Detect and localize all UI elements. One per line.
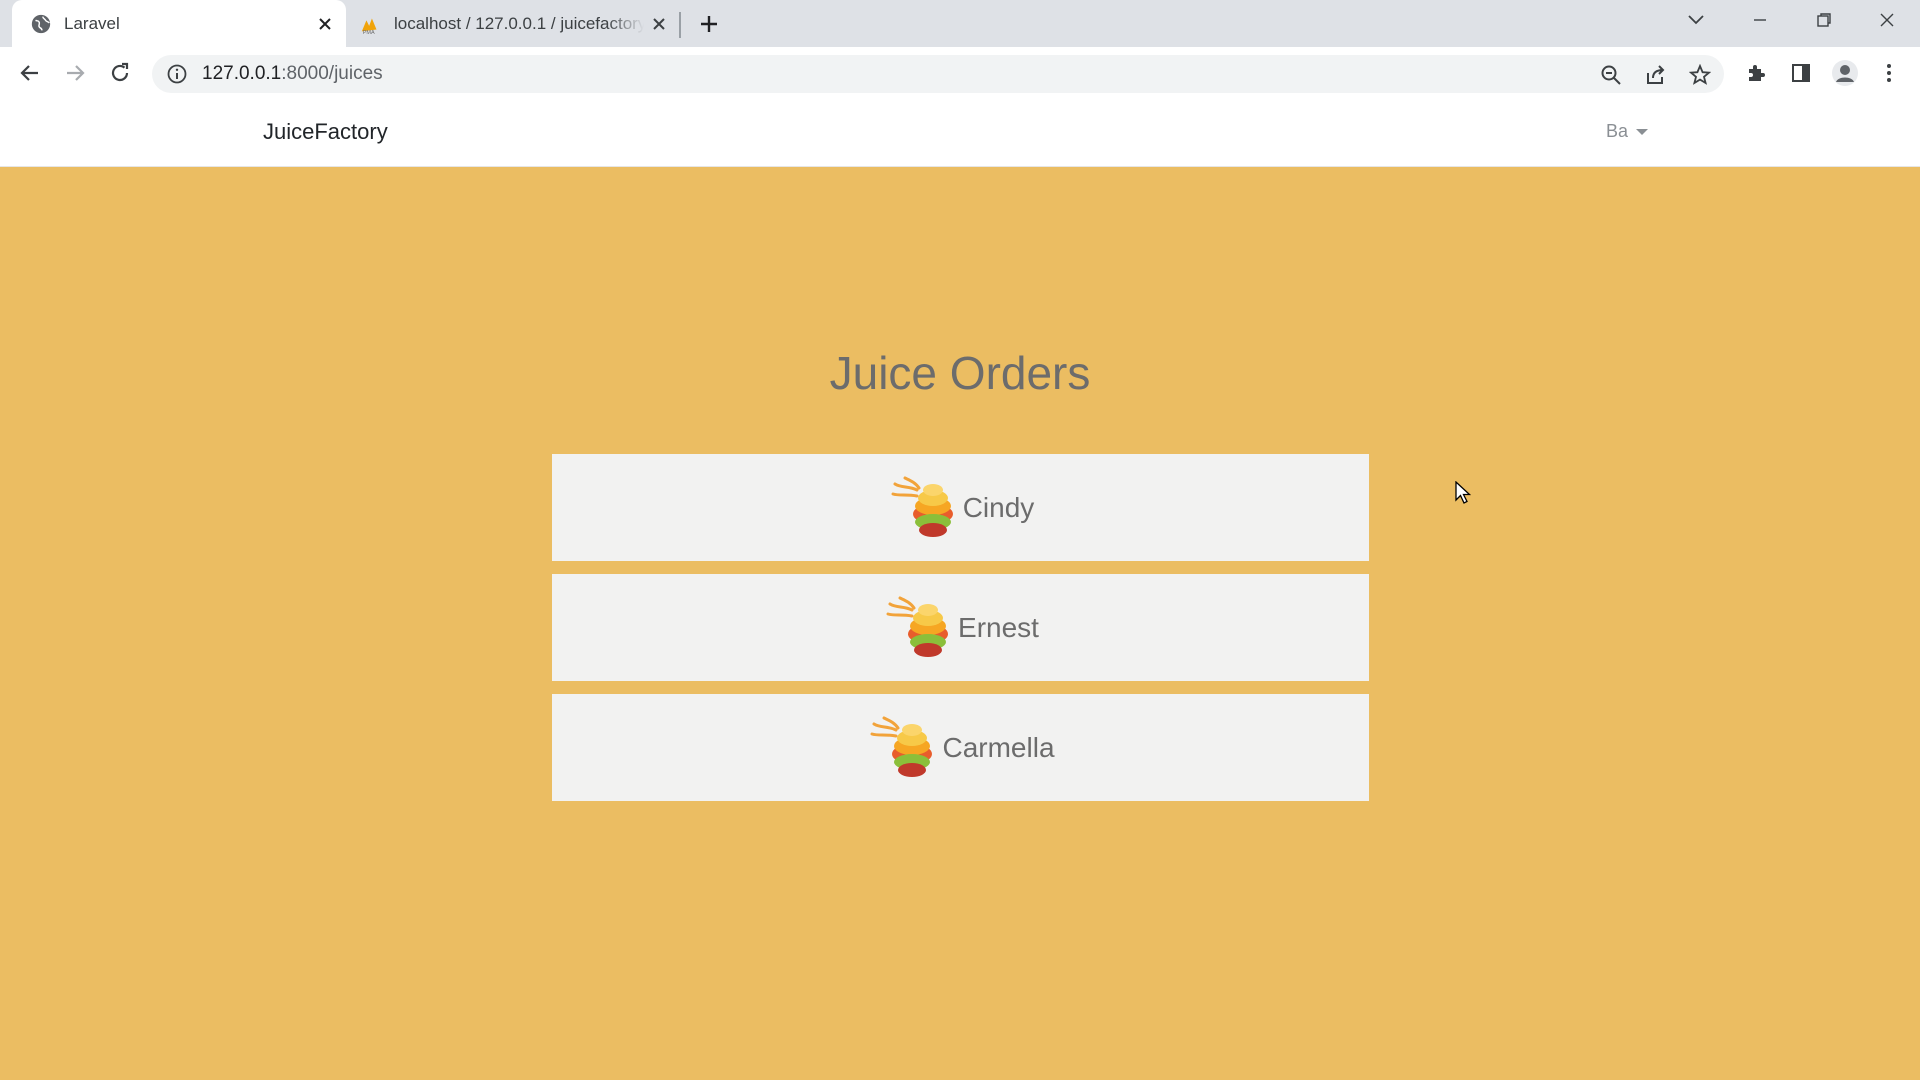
tab-separator bbox=[679, 12, 681, 38]
browser-tabstrip: Laravel PMA localhost / 127.0.0.1 / juic… bbox=[0, 0, 1920, 47]
kebab-menu-icon bbox=[1887, 64, 1891, 82]
customer-name: Carmella bbox=[942, 731, 1055, 763]
menu-button[interactable] bbox=[1870, 54, 1908, 92]
tab-laravel[interactable]: Laravel bbox=[12, 0, 346, 47]
puzzle-icon bbox=[1749, 65, 1765, 81]
caret-down-icon bbox=[1636, 128, 1649, 135]
back-button[interactable] bbox=[12, 55, 48, 91]
avatar-icon bbox=[1832, 60, 1858, 86]
user-dropdown[interactable]: Ba bbox=[1606, 121, 1649, 142]
site-navbar: JuiceFactory Ba bbox=[0, 99, 1920, 167]
user-name: Ba bbox=[1606, 121, 1629, 141]
close-tab-icon[interactable] bbox=[310, 9, 340, 39]
extensions-button[interactable] bbox=[1737, 54, 1775, 92]
zoom-icon[interactable] bbox=[1600, 64, 1622, 86]
order-card[interactable]: Ernest bbox=[552, 574, 1369, 681]
order-card[interactable]: Cindy bbox=[552, 454, 1369, 561]
browser-toolbar: 127.0.0.1:8000/juices bbox=[0, 47, 1920, 99]
minimize-button[interactable] bbox=[1730, 0, 1790, 40]
close-tab-icon[interactable] bbox=[644, 9, 674, 39]
customer-name: Cindy bbox=[962, 491, 1035, 523]
url-path: :8000/juices bbox=[281, 63, 383, 84]
order-card[interactable]: Carmella bbox=[552, 694, 1369, 801]
close-window-button[interactable] bbox=[1857, 0, 1917, 40]
phpmyadmin-icon: PMA bbox=[361, 18, 377, 35]
forward-button[interactable] bbox=[57, 55, 93, 91]
arrow-right-icon bbox=[67, 65, 85, 81]
reload-button[interactable] bbox=[102, 55, 138, 91]
brand-link[interactable]: JuiceFactory bbox=[263, 119, 388, 145]
plus-icon bbox=[701, 16, 717, 32]
chevron-down-icon bbox=[1688, 15, 1704, 25]
profile-button[interactable] bbox=[1826, 54, 1864, 92]
tab-search-button[interactable] bbox=[1666, 0, 1726, 40]
side-panel-button[interactable] bbox=[1782, 54, 1820, 92]
address-bar[interactable]: 127.0.0.1:8000/juices bbox=[152, 55, 1724, 93]
mouse-cursor-icon bbox=[1455, 481, 1471, 504]
customer-name: Ernest bbox=[958, 611, 1039, 643]
share-icon[interactable] bbox=[1645, 64, 1667, 86]
side-panel-icon bbox=[1792, 64, 1810, 82]
globe-icon bbox=[31, 14, 51, 33]
tab-phpmyadmin[interactable]: PMA localhost / 127.0.0.1 / juicefactory bbox=[360, 0, 680, 47]
restore-button[interactable] bbox=[1794, 0, 1854, 40]
new-tab-button[interactable] bbox=[692, 8, 726, 40]
juice-fruit-icon bbox=[886, 596, 949, 657]
star-icon[interactable] bbox=[1689, 64, 1711, 86]
arrow-left-icon bbox=[20, 65, 38, 81]
tab-title: localhost / 127.0.0.1 / juicefactory bbox=[394, 13, 644, 33]
reload-icon bbox=[111, 62, 129, 82]
svg-text:PMA: PMA bbox=[363, 30, 375, 35]
url-host: 127.0.0.1 bbox=[202, 63, 282, 84]
juice-fruit-icon bbox=[870, 716, 933, 777]
close-icon bbox=[1880, 13, 1894, 27]
minimize-icon bbox=[1754, 19, 1766, 21]
restore-icon bbox=[1817, 13, 1831, 27]
tab-title: Laravel bbox=[64, 13, 120, 33]
juice-fruit-icon bbox=[891, 476, 953, 537]
info-icon[interactable] bbox=[166, 63, 188, 85]
page-title: Juice Orders bbox=[829, 347, 1091, 399]
url-text: 127.0.0.1:8000/juices bbox=[202, 63, 383, 85]
